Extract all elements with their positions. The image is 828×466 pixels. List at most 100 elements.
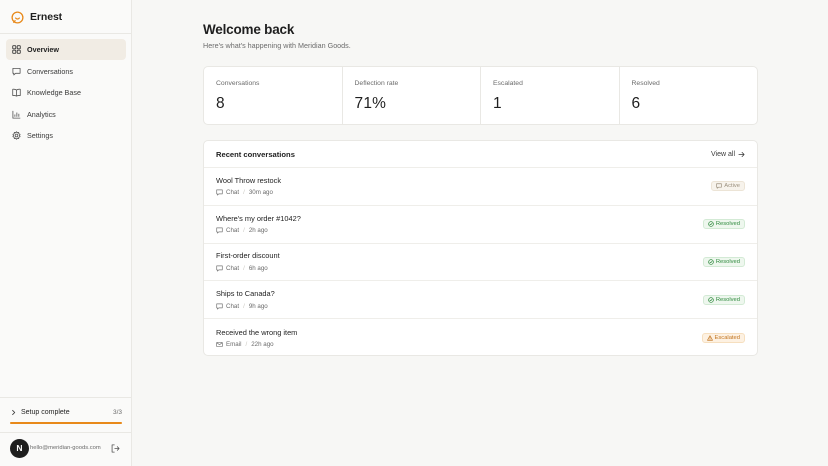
chat-icon xyxy=(12,67,21,75)
conversation-row[interactable]: Ships to Canada? Chat / 9h ago Resolved xyxy=(204,281,757,320)
view-all-link[interactable]: View all xyxy=(711,151,745,158)
sidebar-item-label: Settings xyxy=(27,131,53,140)
sidebar-item-label: Conversations xyxy=(27,66,73,76)
conversation-channel: Chat xyxy=(226,189,240,197)
stat-value: 1 xyxy=(493,95,502,112)
sidebar-item-label: Analytics xyxy=(27,109,56,119)
sidebar-item-analytics[interactable]: Analytics xyxy=(6,104,126,125)
setup-progress-fill xyxy=(10,422,122,424)
sidebar: Ernest Overview Conversations Knowledge … xyxy=(0,0,132,466)
recent-conversations-header: Recent conversations View all xyxy=(204,141,757,168)
conversation-channel: Email xyxy=(226,341,242,349)
sidebar-item-overview[interactable]: Overview xyxy=(6,39,126,60)
recent-conversations-card: Recent conversations View all Wool Throw… xyxy=(203,140,758,356)
grid-icon xyxy=(12,45,21,54)
meta-separator: / xyxy=(243,302,245,310)
warning-icon xyxy=(706,335,713,341)
chevron-right-icon xyxy=(12,409,16,415)
status-label: Escalated xyxy=(714,335,740,342)
status-label: Resolved xyxy=(715,221,740,228)
sidebar-divider xyxy=(0,397,132,398)
setup-count: 3/3 xyxy=(112,408,122,416)
meta-separator: / xyxy=(245,341,248,349)
conversation-time: 6h ago xyxy=(248,264,268,272)
avatar[interactable]: N xyxy=(10,438,29,458)
section-title: Recent conversations xyxy=(216,149,295,159)
status-badge: Active xyxy=(711,181,745,192)
book-icon xyxy=(12,88,21,97)
sidebar-item-label: Overview xyxy=(27,45,59,54)
setup-progress-bar xyxy=(10,422,122,424)
sidebar-divider xyxy=(0,432,132,433)
setup-progress[interactable]: Setup complete 3/3 xyxy=(10,406,122,424)
stat-label: Deflection rate xyxy=(354,80,399,87)
conversation-time: 2h ago xyxy=(248,227,268,235)
conversation-meta: Chat / 30m ago xyxy=(216,189,711,197)
conversation-time: 22h ago xyxy=(251,341,274,349)
conversation-title: Wool Throw restock xyxy=(216,175,282,185)
conversation-meta: Email / 22h ago xyxy=(216,341,702,349)
stat-escalated: Escalated 1 xyxy=(481,67,620,124)
conversation-title: Where's my order #1042? xyxy=(216,213,301,223)
sidebar-item-knowledge-base[interactable]: Knowledge Base xyxy=(6,82,126,103)
meta-separator: / xyxy=(243,189,245,197)
gear-icon xyxy=(12,131,21,140)
stats-card: Conversations 8 Deflection rate 71% Esca… xyxy=(203,66,758,125)
stat-label: Escalated xyxy=(493,80,523,87)
conversation-meta: Chat / 6h ago xyxy=(216,264,703,272)
conversation-row[interactable]: Wool Throw restock Chat / 30m ago Active xyxy=(204,168,757,206)
page-subtitle: Here's what's happening with Meridian Go… xyxy=(203,41,351,50)
conversation-channel: Chat xyxy=(226,264,240,272)
stat-resolved: Resolved 6 xyxy=(620,67,758,124)
status-badge: Escalated xyxy=(701,333,745,344)
user-email: hello@meridian-goods.com xyxy=(30,445,101,451)
meta-separator: / xyxy=(243,264,245,272)
chat-icon xyxy=(216,265,223,272)
mail-icon xyxy=(216,342,223,348)
stat-value: 6 xyxy=(631,95,641,112)
conversation-time: 30m ago xyxy=(248,189,273,197)
check-circle-icon xyxy=(708,221,714,227)
sidebar-item-settings[interactable]: Settings xyxy=(6,125,126,146)
stat-conversations: Conversations 8 xyxy=(204,67,343,124)
status-label: Resolved xyxy=(715,296,740,303)
status-badge: Resolved xyxy=(702,219,745,230)
chat-icon xyxy=(716,183,722,189)
conversation-meta: Chat / 9h ago xyxy=(216,302,703,310)
status-label: Active xyxy=(724,183,740,190)
chat-icon xyxy=(216,303,223,310)
sidebar-nav: Overview Conversations Knowledge Base An… xyxy=(6,39,126,147)
status-badge: Resolved xyxy=(702,256,745,267)
user-profile: N hello@meridian-goods.com xyxy=(10,438,122,458)
stat-label: Conversations xyxy=(216,80,260,87)
chat-icon xyxy=(216,189,223,196)
stat-value: 71% xyxy=(354,95,387,112)
sidebar-item-conversations[interactable]: Conversations xyxy=(6,61,126,82)
sidebar-divider xyxy=(0,33,132,34)
page-title: Welcome back xyxy=(203,22,295,37)
conversation-channel: Chat xyxy=(226,227,240,235)
conversation-title: Received the wrong item xyxy=(216,327,298,337)
sidebar-item-label: Knowledge Base xyxy=(27,88,81,97)
chat-icon xyxy=(216,227,223,234)
check-circle-icon xyxy=(708,297,714,303)
logout-icon[interactable] xyxy=(111,443,120,453)
stat-value: 8 xyxy=(216,95,225,112)
page-header: Welcome back Here's what's happening wit… xyxy=(203,22,758,51)
conversation-meta: Chat / 2h ago xyxy=(216,227,703,235)
check-circle-icon xyxy=(708,259,714,265)
status-label: Resolved xyxy=(715,258,740,265)
status-badge: Resolved xyxy=(702,294,745,305)
bar-chart-icon xyxy=(12,110,21,119)
conversation-row[interactable]: Received the wrong item Email / 22h ago … xyxy=(204,319,757,357)
conversation-time: 9h ago xyxy=(248,302,268,310)
setup-toggle[interactable]: Setup complete 3/3 xyxy=(10,406,122,418)
brand[interactable]: Ernest xyxy=(11,10,62,24)
conversation-row[interactable]: Where's my order #1042? Chat / 2h ago Re… xyxy=(204,206,757,244)
app-name: Ernest xyxy=(30,11,63,23)
meta-separator: / xyxy=(243,227,245,235)
conversation-row[interactable]: First-order discount Chat / 6h ago Resol… xyxy=(204,244,757,282)
arrow-right-icon xyxy=(738,151,745,157)
conversation-channel: Chat xyxy=(226,302,240,310)
stat-label: Resolved xyxy=(631,80,660,87)
